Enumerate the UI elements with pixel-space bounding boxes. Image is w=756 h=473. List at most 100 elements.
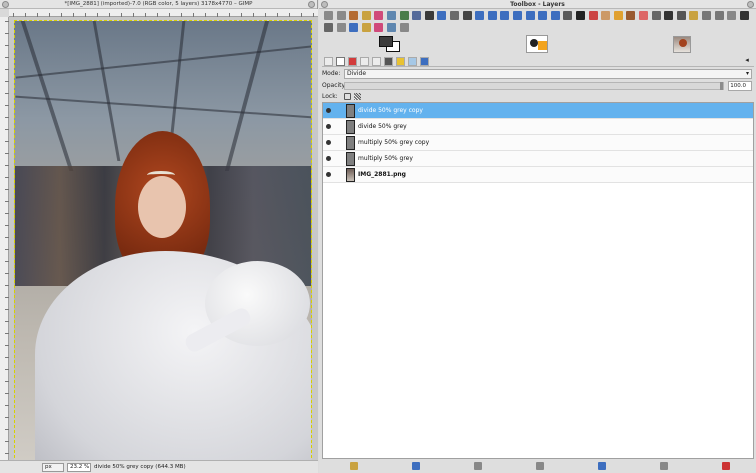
lock-alpha-icon[interactable] [354,93,361,100]
blur-icon[interactable] [714,11,724,20]
dodge-burn-icon[interactable] [739,11,749,20]
heal-icon[interactable] [689,11,699,20]
eye-icon[interactable] [326,140,331,145]
text-icon[interactable] [576,11,585,20]
patterns-tab-icon[interactable] [396,57,405,66]
chain-toggle[interactable] [336,168,344,182]
rect-select-icon[interactable] [324,11,333,20]
unit-select[interactable]: px [42,463,64,472]
vertical-ruler[interactable] [0,17,9,460]
smudge-icon[interactable] [727,11,737,20]
clone-icon[interactable] [676,11,686,20]
shear-icon[interactable] [525,11,535,20]
zoom-select[interactable]: 23.2 % [67,463,91,472]
layer-name[interactable]: divide 50% grey [358,119,407,135]
brushes-tab-icon[interactable] [384,57,393,66]
tool-options-tab-icon[interactable] [324,57,333,66]
duplicate-layer-icon[interactable] [598,462,606,470]
brush-pattern-preview[interactable] [526,35,548,53]
eye-icon[interactable] [326,108,331,113]
opacity-handle[interactable] [720,82,723,90]
active-image-thumbnail[interactable] [673,36,691,53]
dock-menu-icon[interactable]: ◂ [743,57,751,65]
convolve-icon[interactable] [349,23,359,32]
undo-tab-icon[interactable] [372,57,381,66]
lower-layer-icon[interactable] [536,462,544,470]
align-icon[interactable] [475,11,485,20]
foreground-select-icon[interactable] [399,11,409,20]
layers-tab-icon[interactable] [336,57,345,66]
layer-name[interactable]: IMG_2881.png [358,167,406,183]
eye-icon[interactable] [326,124,331,129]
eye-icon[interactable] [326,156,331,161]
pencil-icon[interactable] [613,11,623,20]
smudge-extra-icon[interactable] [324,23,333,32]
ellipse-select-icon[interactable] [336,11,346,20]
eraser-icon[interactable] [639,11,648,20]
move-icon[interactable] [462,11,472,20]
fg-bg-colors[interactable] [379,36,403,53]
perspective-clone-icon[interactable] [702,11,711,20]
chain-toggle[interactable] [336,104,344,118]
window-menu-icon[interactable] [321,1,328,8]
delete-layer-icon[interactable] [722,462,730,470]
airbrush-icon[interactable] [651,11,661,20]
chain-toggle[interactable] [336,152,344,166]
close-icon[interactable] [747,1,754,8]
opacity-value-field[interactable]: 100.0 [728,81,752,91]
horizontal-ruler[interactable] [9,9,318,17]
chain-toggle[interactable] [336,120,344,134]
raise-layer-icon[interactable] [474,462,482,470]
image-canvas[interactable] [14,20,312,460]
layer-thumbnail[interactable] [346,152,355,166]
layer-name[interactable]: multiply 50% grey [358,151,413,167]
mode-select[interactable]: Divide ▾ [344,69,752,79]
gear-icon[interactable] [399,23,409,32]
scissors-icon[interactable] [387,11,396,20]
channels-tab-icon[interactable] [348,57,357,66]
anchor-layer-icon[interactable] [660,462,668,470]
layer-row[interactable]: divide 50% grey copy [323,103,753,119]
layer-thumbnail[interactable] [346,104,355,118]
eye-icon[interactable] [326,172,331,177]
layer-thumbnail[interactable] [346,120,355,134]
cage-icon[interactable] [563,11,573,20]
chain-toggle[interactable] [336,136,344,150]
paths-tab-icon[interactable] [360,57,369,66]
foreground-color-swatch[interactable] [379,36,393,47]
opacity-slider[interactable] [344,82,724,90]
clone-extra-icon[interactable] [374,23,384,32]
new-layer-icon[interactable] [350,462,358,470]
crop-icon[interactable] [487,11,497,20]
bucket-fill-icon[interactable] [588,11,598,20]
perspective-icon[interactable] [538,11,548,20]
layer-name[interactable]: divide 50% grey copy [358,103,423,119]
lock-pixels-icon[interactable] [344,93,351,100]
layer-row[interactable]: multiply 50% grey [323,151,753,167]
heal-extra-icon[interactable] [361,23,371,32]
new-layer-group-icon[interactable] [412,462,420,470]
ink-extra-icon[interactable] [387,23,396,32]
layer-name[interactable]: multiply 50% grey copy [358,135,429,151]
rotate-icon[interactable] [500,11,510,20]
free-select-icon[interactable] [349,11,359,20]
ink-icon[interactable] [664,11,674,20]
dodge-extra-icon[interactable] [336,23,346,32]
window-menu-icon[interactable] [2,1,9,8]
gradients-tab-icon[interactable] [408,57,417,66]
zoom-icon[interactable] [437,11,447,20]
paths-icon[interactable] [412,11,422,20]
fuzzy-select-icon[interactable] [361,11,371,20]
canvas-area[interactable] [9,17,318,460]
paintbrush-icon[interactable] [626,11,636,20]
layer-thumbnail[interactable] [346,136,355,150]
layer-row[interactable]: IMG_2881.png [323,167,753,183]
color-picker-icon[interactable] [424,11,434,20]
color-select-icon[interactable] [374,11,384,20]
layers-list[interactable]: divide 50% grey copy divide 50% grey multi… [322,102,754,459]
layer-thumbnail[interactable] [346,168,355,182]
gradient-icon[interactable] [601,11,611,20]
close-icon[interactable] [308,1,315,8]
flip-icon[interactable] [550,11,560,20]
images-tab-icon[interactable] [420,57,429,66]
